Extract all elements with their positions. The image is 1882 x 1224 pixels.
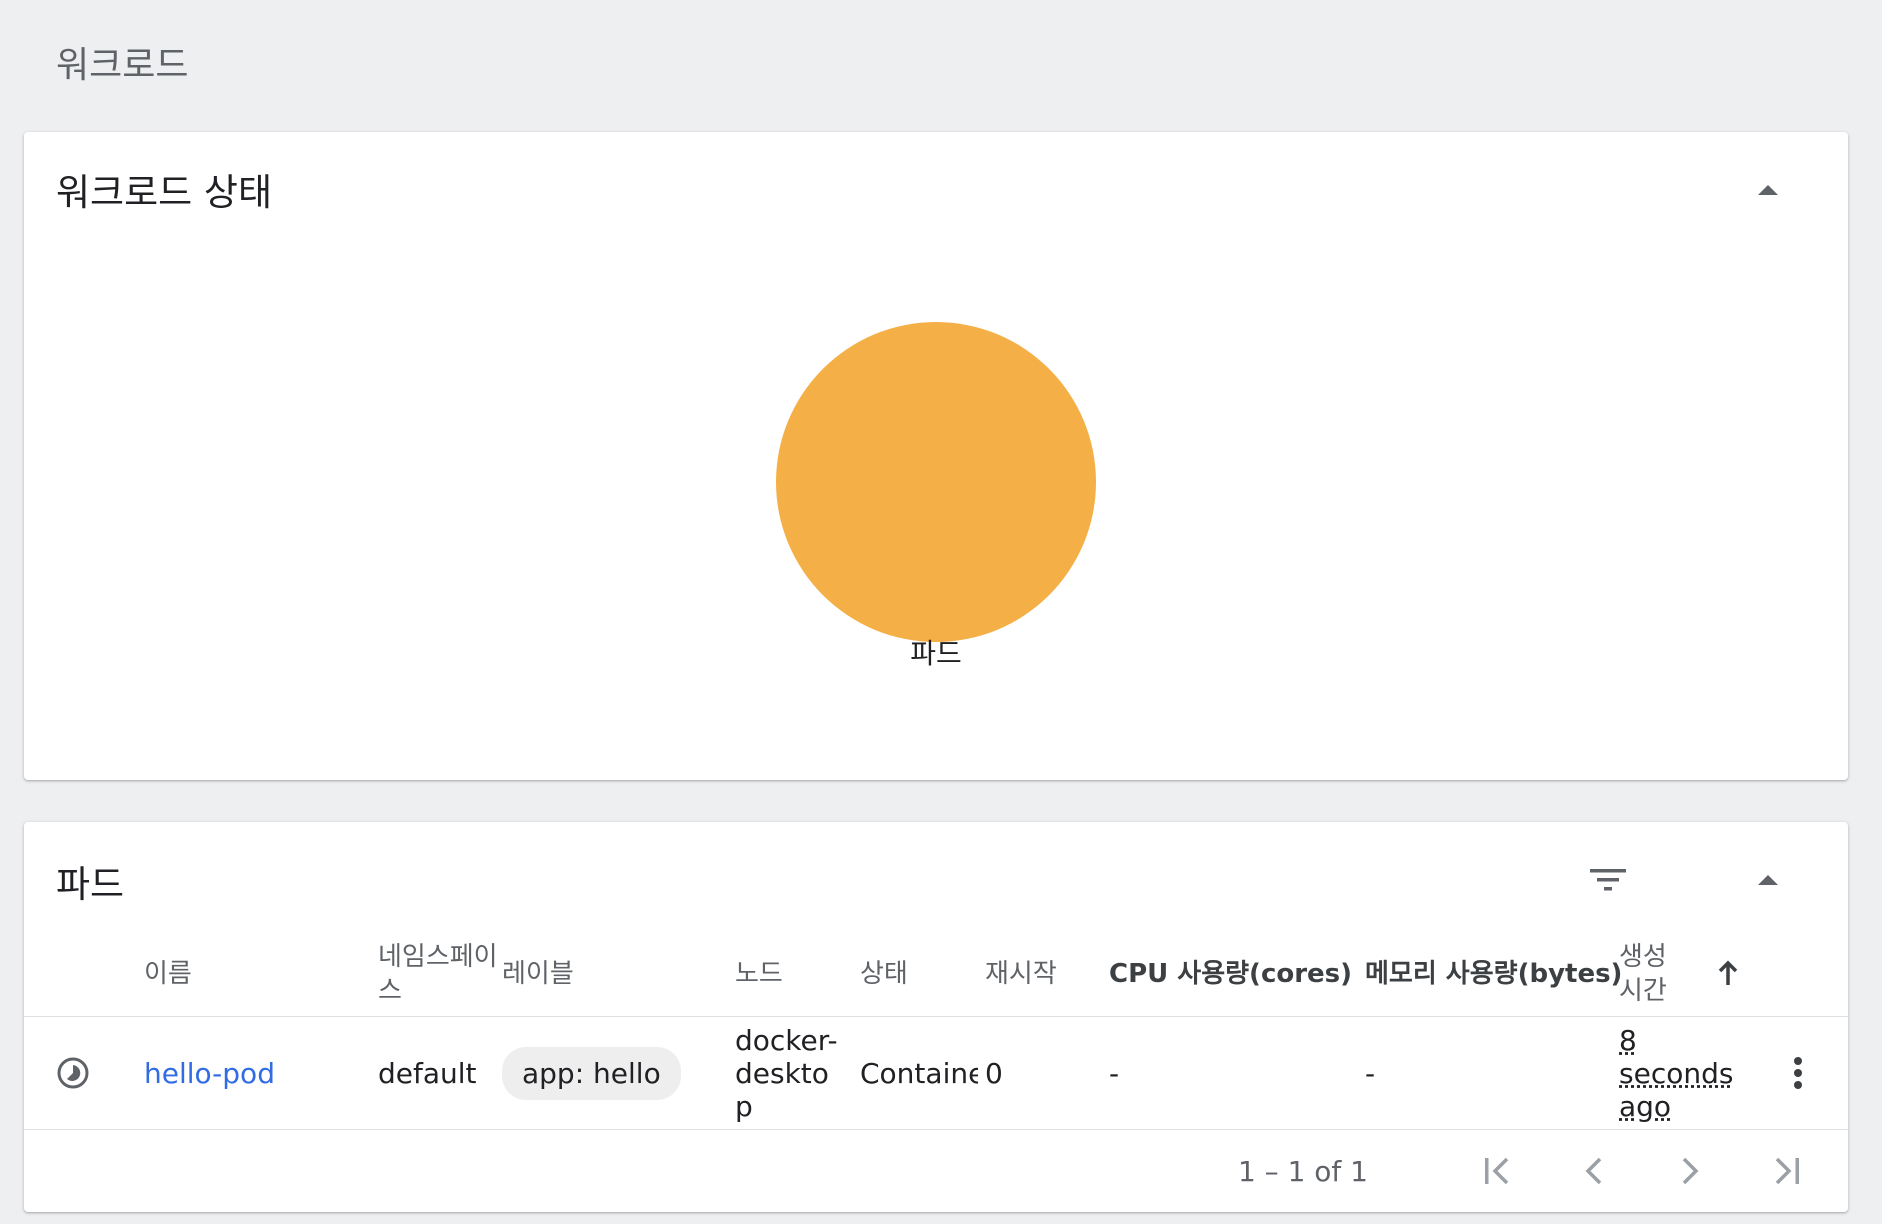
filter-icon xyxy=(1590,869,1626,891)
collapse-workload-status-button[interactable] xyxy=(1744,166,1792,214)
pods-title: 파드 xyxy=(56,863,125,906)
pod-label-chip: app: hello xyxy=(502,1017,681,1129)
column-namespace: 네임스페이스 xyxy=(378,942,498,1006)
page-title: 워크로드 xyxy=(56,45,189,86)
chevron-left-icon[interactable] xyxy=(1570,1147,1618,1195)
column-node: 노드 xyxy=(735,959,783,989)
sort-arrow-up-icon[interactable] xyxy=(1716,932,1740,1016)
column-labels: 레이블 xyxy=(502,959,574,989)
column-status: 상태 xyxy=(860,959,908,989)
pod-created: 8 seconds ago xyxy=(1619,1023,1734,1123)
pods-card: 파드 이름 네임스페이스 레이블 노드 상태 재시작 CPU 사용량(cores… xyxy=(24,822,1848,1212)
pod-restarts: 0 xyxy=(985,1056,1003,1090)
last-page-icon[interactable] xyxy=(1762,1147,1810,1195)
pagination-range: 1 – 1 of 1 xyxy=(1237,1154,1368,1188)
table-footer: 1 – 1 of 1 xyxy=(24,1130,1848,1212)
column-restarts: 재시작 xyxy=(985,959,1057,989)
column-name[interactable]: 이름 xyxy=(144,932,192,1016)
chart-label: 파드 xyxy=(910,637,962,670)
pod-cpu: - xyxy=(1109,1056,1120,1090)
pending-clock-icon xyxy=(56,1017,90,1129)
pods-status-donut xyxy=(776,322,1096,642)
triangle-up-icon xyxy=(1758,185,1778,195)
more-vert-icon[interactable] xyxy=(1774,1049,1822,1097)
filter-button[interactable] xyxy=(1584,856,1632,904)
triangle-up-icon xyxy=(1758,875,1778,885)
pod-status: ContainerCreating xyxy=(860,1056,978,1090)
pods-chart-slice xyxy=(776,322,1096,642)
table-row[interactable]: hello-pod default app: hello docker-desk… xyxy=(24,1017,1848,1130)
chevron-right-icon[interactable] xyxy=(1666,1147,1714,1195)
workload-status-title: 워크로드 상태 xyxy=(56,171,273,214)
pod-namespace: default xyxy=(378,1056,477,1090)
pod-memory: - xyxy=(1365,1056,1376,1090)
collapse-pods-button[interactable] xyxy=(1744,856,1792,904)
column-cpu[interactable]: CPU 사용량(cores) xyxy=(1109,932,1352,1016)
column-created[interactable]: 생성 시간 xyxy=(1619,932,1679,1016)
pod-name-link[interactable]: hello-pod xyxy=(144,1017,275,1129)
column-memory[interactable]: 메모리 사용량(bytes) xyxy=(1365,932,1622,1016)
table-header: 이름 네임스페이스 레이블 노드 상태 재시작 CPU 사용량(cores) 메… xyxy=(24,932,1848,1017)
first-page-icon[interactable] xyxy=(1474,1147,1522,1195)
workload-status-card: 워크로드 상태 파드 xyxy=(24,132,1848,780)
pod-node: docker-desktop xyxy=(735,1023,838,1123)
